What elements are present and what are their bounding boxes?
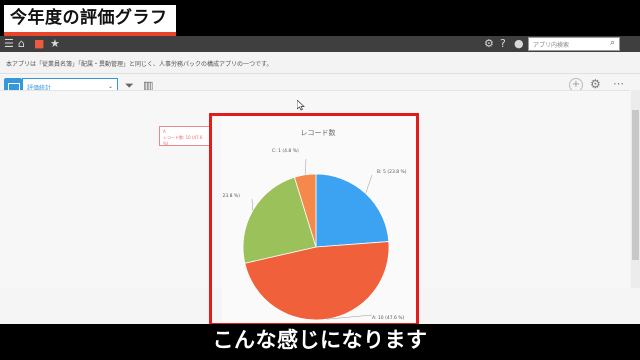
subtitle-text: こんな感じになります — [212, 328, 428, 352]
scroll-thumb[interactable] — [632, 110, 639, 260]
caption-banner: 今年度の評価グラフ — [0, 0, 640, 36]
vertical-scrollbar[interactable] — [631, 90, 640, 288]
chevron-down-icon: ⌄ — [107, 83, 113, 90]
home-icon[interactable]: ⌂ — [18, 37, 25, 51]
global-navigation-bar: ☰ ⌂ ■ ★ ⚙ ? ● アプリ内検索 ⌕ — [0, 36, 640, 52]
hover-tooltip: A レコード数: 10 (47.6 %) — [159, 126, 211, 146]
more-options-icon[interactable]: ⋯ — [613, 77, 624, 90]
highlight-frame — [209, 113, 419, 326]
search-icon[interactable]: ⌕ — [610, 38, 615, 48]
menu-icon[interactable]: ☰ — [4, 37, 14, 51]
caption-title: 今年度の評価グラフ — [4, 5, 176, 36]
app-settings-icon[interactable]: ⚙ — [590, 77, 601, 91]
tooltip-value: レコード数: 10 (47.6 %) — [163, 135, 203, 146]
user-avatar-icon[interactable]: ● — [514, 37, 524, 51]
app-description: 本アプリは「従業員名簿」「配属・異動管理」と同じく、人事労務パックの構成アプリの… — [0, 52, 640, 74]
settings-gear-icon[interactable]: ⚙ — [484, 37, 494, 51]
help-icon[interactable]: ? — [500, 37, 506, 51]
app-search-input[interactable]: アプリ内検索 — [528, 37, 620, 51]
mouse-cursor-icon — [297, 100, 305, 111]
space-icon[interactable]: ■ — [34, 37, 44, 51]
favorite-star-icon[interactable]: ★ — [50, 37, 60, 51]
